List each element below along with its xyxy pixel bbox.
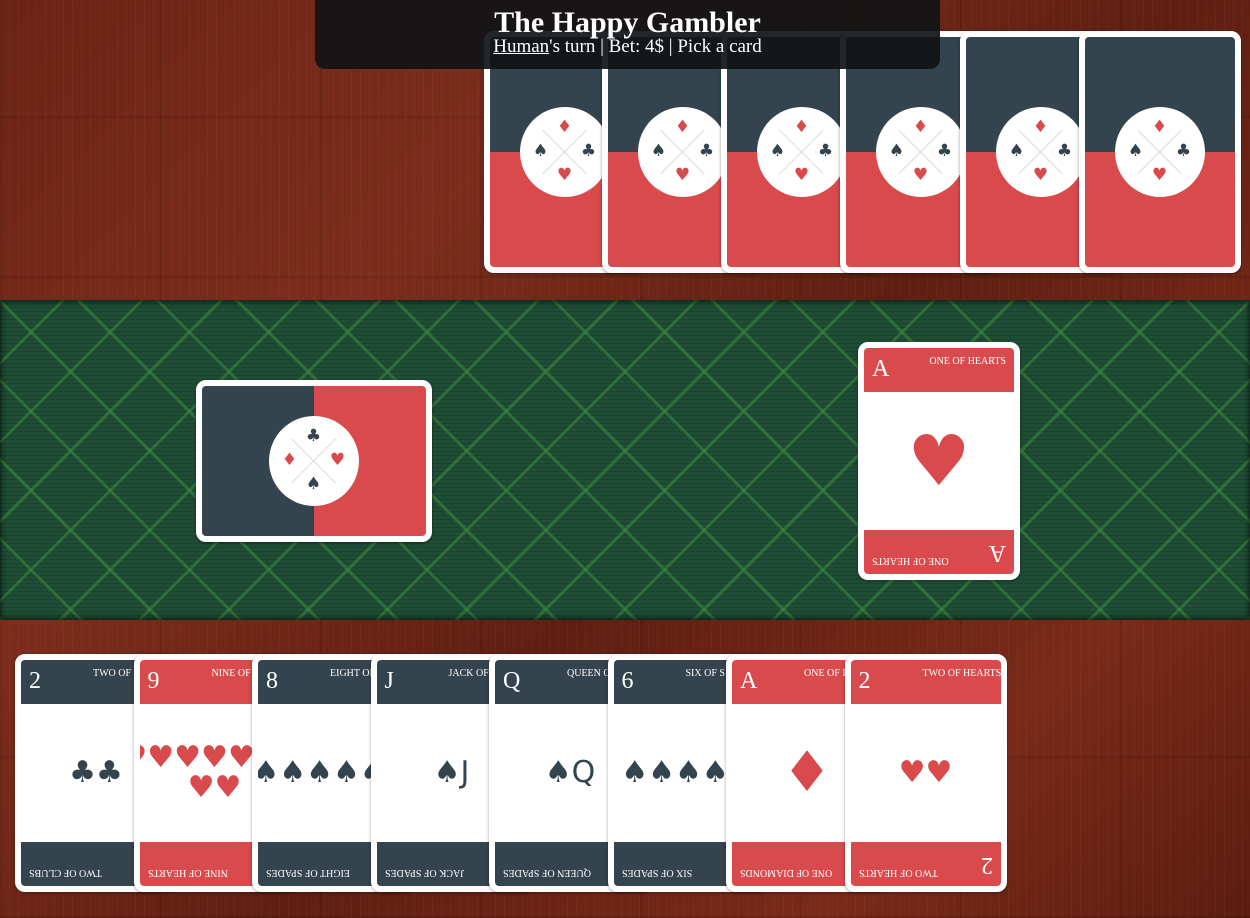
diamond-icon: ♦ — [1032, 117, 1049, 137]
spade-icon: ♠ — [1008, 141, 1025, 161]
card-top-band: A ONE OF HEARTS — [864, 348, 1014, 392]
heart-icon: ♥ — [1151, 165, 1168, 185]
card-rank: 2 — [980, 852, 993, 878]
card-back-emblem: ♣ ♦ ♥ ♠ — [269, 416, 359, 506]
card-name: ONE OF HEARTS — [929, 356, 1006, 367]
card-rank: A — [988, 540, 1006, 566]
card-top-band: 2 TWO OF HEARTS — [850, 660, 1002, 704]
card-bottom-band: 2 TWO OF HEARTS — [850, 842, 1001, 886]
card-rank: 6 — [621, 668, 634, 694]
heart-icon: ♥ — [556, 165, 573, 185]
card-name: ONE OF DIAMONDS — [740, 867, 833, 878]
card-back-emblem: ♦ ♠ ♣ ♥ — [638, 107, 728, 197]
turn-status: Human's turn | Bet: 4$ | Pick a card — [315, 36, 940, 58]
draw-deck[interactable]: ♣ ♦ ♥ ♠ — [196, 380, 432, 542]
diamond-icon: ♦ — [793, 117, 810, 137]
card-rank: 9 — [147, 668, 160, 694]
suit-pips: ♥♥ — [898, 755, 953, 790]
suit-pips: ♦ — [781, 740, 833, 805]
heart-icon: ♥ — [793, 165, 810, 185]
card-rank: 2 — [858, 668, 871, 694]
card-name: SIX OF S — [685, 668, 725, 679]
card-bottom-band: A ONE OF HEARTS — [864, 530, 1014, 574]
diamond-icon: ♦ — [674, 117, 691, 137]
club-icon: ♣ — [1175, 141, 1192, 161]
heart-icon: ♥ — [329, 450, 346, 470]
spade-icon: ♠ — [650, 141, 667, 161]
status-text: 's turn | Bet: 4$ | Pick a card — [549, 36, 762, 57]
heart-icon: ♥ — [907, 420, 971, 502]
discard-pile-card[interactable]: A ONE OF HEARTS ♥ A ONE OF HEARTS — [858, 342, 1020, 580]
card-name: JACK OF SPADES — [384, 867, 464, 878]
diamond-icon: ♦ — [556, 117, 573, 137]
card-name: TWO OF HEARTS — [922, 668, 1002, 679]
player-card[interactable]: 2 TWO OF HEARTS ♥♥ 2 TWO OF HEARTS — [844, 654, 1007, 892]
suit-pips: ♠J — [433, 755, 470, 790]
card-back-emblem: ♦ ♠ ♣ ♥ — [757, 107, 847, 197]
card-center: ♥♥ — [851, 704, 1001, 842]
card-rank: J — [384, 668, 394, 694]
club-icon: ♣ — [936, 141, 953, 161]
card-name: TWO OF HEARTS — [858, 867, 938, 878]
suit-pips: ♣♣ — [69, 755, 123, 790]
card-name: NINE OF HEARTS — [147, 867, 228, 878]
suit-pips: ♠Q — [544, 755, 596, 790]
heart-icon: ♥ — [912, 165, 929, 185]
club-icon: ♣ — [1056, 141, 1073, 161]
spade-icon: ♠ — [532, 141, 549, 161]
card-back-emblem: ♦ ♠ ♣ ♥ — [520, 107, 610, 197]
card-rank: A — [740, 668, 758, 694]
diamond-icon: ♦ — [281, 450, 298, 470]
game-header: The Happy Gambler Human's turn | Bet: 4$… — [315, 0, 940, 69]
club-icon: ♣ — [305, 426, 322, 446]
opponent-card-back[interactable]: ♦ ♠ ♣ ♥ — [1079, 31, 1241, 273]
heart-icon: ♥ — [674, 165, 691, 185]
spade-icon: ♠ — [1127, 141, 1144, 161]
card-rank: 2 — [29, 668, 41, 694]
club-icon: ♣ — [817, 141, 834, 161]
club-icon: ♣ — [580, 141, 597, 161]
spade-icon: ♠ — [888, 141, 905, 161]
spade-icon: ♠ — [769, 141, 786, 161]
card-name: TWO OF CLUBS — [29, 867, 102, 878]
card-back-emblem: ♦ ♠ ♣ ♥ — [1115, 107, 1205, 197]
card-name: SIX OF SPADES — [621, 867, 692, 878]
card-name: TWO OF — [93, 668, 132, 679]
card-back-emblem: ♦ ♠ ♣ ♥ — [876, 107, 966, 197]
card-center: ♥ — [864, 392, 1014, 530]
card-rank: 8 — [266, 668, 278, 694]
heart-icon: ♥ — [1032, 165, 1049, 185]
club-icon: ♣ — [698, 141, 715, 161]
card-name: ONE OF HEARTS — [872, 555, 949, 566]
diamond-icon: ♦ — [1151, 117, 1168, 137]
card-name: EIGHT OF SPADES — [266, 867, 350, 878]
spade-icon: ♠ — [305, 474, 322, 494]
player-name-link[interactable]: Human — [493, 36, 549, 57]
diamond-icon: ♦ — [912, 117, 929, 137]
play-area — [0, 300, 1250, 620]
card-rank: A — [872, 356, 890, 382]
card-name: QUEEN OF SPADES — [503, 867, 591, 878]
card-back-emblem: ♦ ♠ ♣ ♥ — [996, 107, 1086, 197]
card-rank: Q — [503, 668, 521, 694]
